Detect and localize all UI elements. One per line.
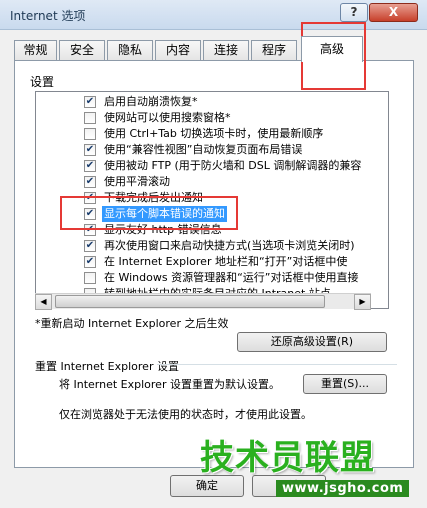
restart-note: *重新启动 Internet Explorer 之后生效 bbox=[35, 317, 229, 330]
scroll-right-icon[interactable]: ▶ bbox=[354, 294, 371, 310]
settings-group-label: 设置 bbox=[30, 75, 55, 89]
checkbox-checked-icon[interactable]: ✔ bbox=[84, 160, 96, 172]
advanced-panel: 设置 ✔ 启用自动崩溃恢复* 使网站可以使用搜索窗格* 使用 Ctrl+Tab 切… bbox=[14, 60, 414, 468]
reset-section-title: 重置 Internet Explorer 设置 bbox=[35, 360, 179, 373]
checkbox-unchecked-icon[interactable] bbox=[84, 128, 96, 140]
list-item[interactable]: ✔ 启用自动崩溃恢复* bbox=[36, 94, 376, 110]
tab-content[interactable]: 内容 bbox=[155, 40, 201, 61]
list-item[interactable]: 使网站可以使用搜索窗格* bbox=[36, 110, 376, 126]
watermark-text: 技术员联盟 bbox=[200, 438, 375, 478]
reset-warning: 仅在浏览器处于无法使用的状态时，才使用此设置。 bbox=[59, 408, 312, 421]
scroll-left-icon[interactable]: ◀ bbox=[35, 294, 52, 310]
list-item[interactable]: ✔ 再次使用窗口来启动快捷方式(当选项卡浏览关闭时) bbox=[36, 238, 376, 254]
help-button[interactable]: ? bbox=[340, 3, 368, 22]
list-item[interactable]: 在 Windows 资源管理器和“运行”对话框中使用直接 bbox=[36, 270, 376, 286]
list-item[interactable]: ✔ 显示友好 http 错误信息 bbox=[36, 222, 376, 238]
list-item[interactable]: ✔ 使用平滑滚动 bbox=[36, 174, 376, 190]
checkbox-checked-icon[interactable]: ✔ bbox=[84, 224, 96, 236]
reset-description: 将 Internet Explorer 设置重置为默认设置。 bbox=[59, 378, 280, 391]
tab-privacy[interactable]: 隐私 bbox=[107, 40, 153, 61]
checkbox-unchecked-icon[interactable] bbox=[84, 272, 96, 284]
tab-general[interactable]: 常规 bbox=[14, 40, 57, 61]
checkbox-checked-icon[interactable]: ✔ bbox=[84, 240, 96, 252]
watermark: 技术员联盟 www.jsgho.com bbox=[200, 430, 427, 508]
tab-security[interactable]: 安全 bbox=[59, 40, 105, 61]
checkbox-checked-icon[interactable]: ✔ bbox=[84, 96, 96, 108]
checkbox-checked-icon[interactable]: ✔ bbox=[84, 176, 96, 188]
restore-advanced-button[interactable]: 还原高级设置(R) bbox=[237, 332, 387, 352]
watermark-url: www.jsgho.com bbox=[276, 480, 410, 497]
checkbox-checked-icon[interactable]: ✔ bbox=[84, 192, 96, 204]
horizontal-scrollbar[interactable]: ◀ ▶ bbox=[35, 293, 371, 310]
reset-button[interactable]: 重置(S)... bbox=[303, 374, 387, 394]
list-item[interactable]: ✔ 在 Internet Explorer 地址栏和“打开”对话框中使 bbox=[36, 254, 376, 270]
list-item[interactable]: 使用 Ctrl+Tab 切换选项卡时，使用最新顺序 bbox=[36, 126, 376, 142]
checkbox-unchecked-icon[interactable] bbox=[84, 112, 96, 124]
list-item[interactable]: ✔ 使用被动 FTP (用于防火墙和 DSL 调制解调器的兼容 bbox=[36, 158, 376, 174]
tab-advanced[interactable]: 高级 bbox=[301, 36, 363, 62]
divider bbox=[157, 364, 397, 365]
tab-connections[interactable]: 连接 bbox=[203, 40, 249, 61]
title-bar: Internet 选项 ? X bbox=[0, 0, 427, 30]
list-item[interactable]: ✔ 使用“兼容性视图”自动恢复页面布局错误 bbox=[36, 142, 376, 158]
checkbox-checked-icon[interactable]: ✔ bbox=[84, 256, 96, 268]
hscroll-thumb[interactable] bbox=[55, 295, 325, 308]
tab-programs[interactable]: 程序 bbox=[251, 40, 297, 61]
list-item[interactable]: ✔ 下载完成后发出通知 bbox=[36, 190, 376, 206]
settings-list[interactable]: ✔ 启用自动崩溃恢复* 使网站可以使用搜索窗格* 使用 Ctrl+Tab 切换选项… bbox=[35, 91, 389, 309]
close-button[interactable]: X bbox=[369, 3, 418, 22]
checkbox-checked-icon[interactable]: ✔ bbox=[84, 208, 96, 220]
list-item-selected[interactable]: ✔ 显示每个脚本错误的通知 bbox=[36, 206, 376, 222]
checkbox-checked-icon[interactable]: ✔ bbox=[84, 144, 96, 156]
window-title: Internet 选项 bbox=[10, 9, 86, 23]
